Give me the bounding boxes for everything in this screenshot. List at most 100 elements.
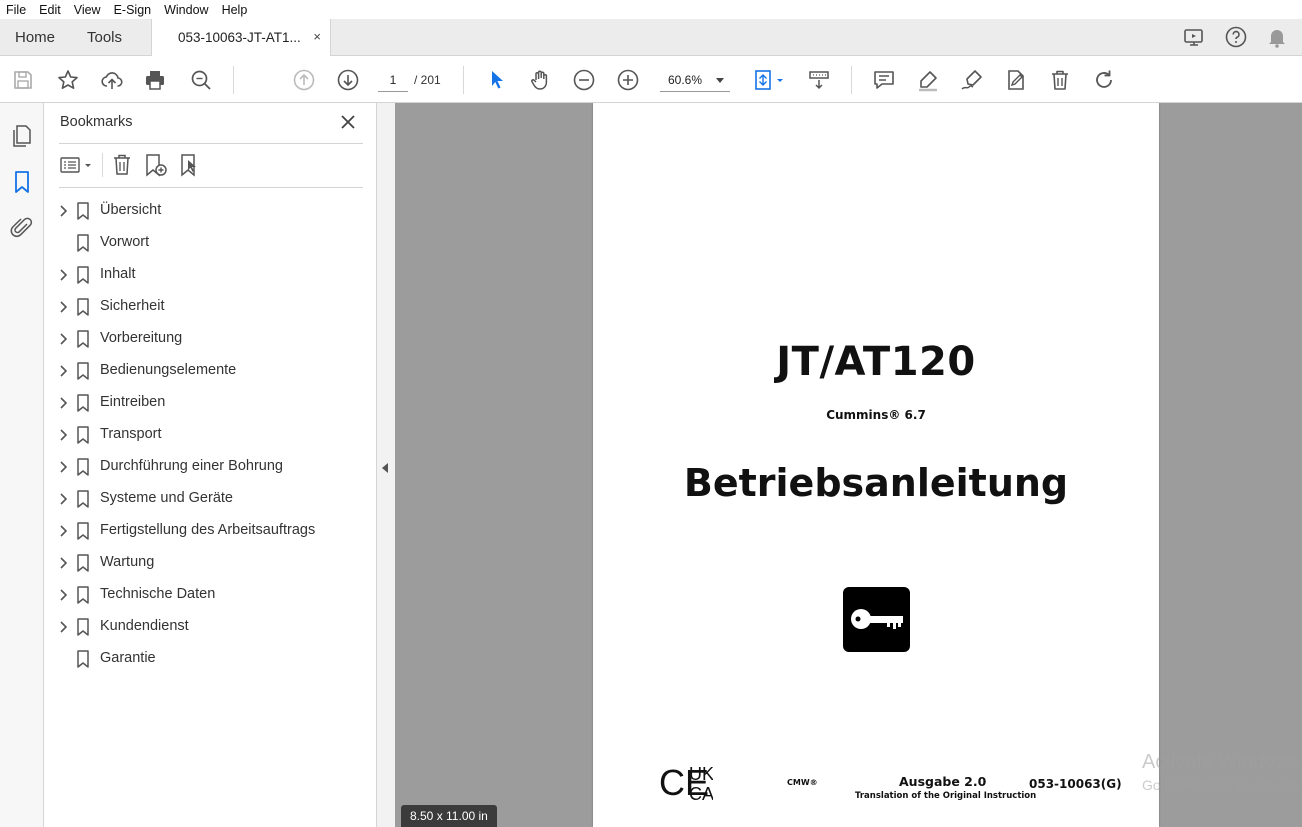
zoom-in-icon[interactable] [615,67,641,93]
tab-home[interactable]: Home [15,19,55,56]
bookmark-ribbon-icon [76,490,90,508]
bookmark-item[interactable]: Wartung [44,547,377,579]
previous-page-icon[interactable] [291,67,317,93]
comment-icon[interactable] [871,67,897,93]
sign-pen-icon[interactable] [959,67,985,93]
close-tab-icon[interactable]: × [313,29,321,44]
chevron-right-icon[interactable] [56,203,70,219]
menu-bar: File Edit View E-Sign Window Help [0,0,1302,19]
edit-document-icon[interactable] [1003,67,1029,93]
notifications-bell-icon[interactable] [1265,25,1289,49]
bookmark-ribbon-icon [76,394,90,412]
bookmark-item[interactable]: Garantie [44,643,377,675]
bookmark-label: Bedienungselemente [100,362,237,378]
menu-esign[interactable]: E-Sign [114,3,152,17]
key-symbol-icon [843,587,910,652]
translation-note: Translation of the Original Instruction [855,791,1037,801]
chevron-right-icon[interactable] [56,427,70,443]
bookmark-ribbon-icon [76,330,90,348]
main-toolbar: 1 / 201 60.6% [0,56,1302,103]
bookmark-item[interactable]: Durchführung einer Bohrung [44,451,377,483]
scrolling-mode-icon[interactable] [806,67,832,93]
attachments-paperclip-icon[interactable] [9,215,35,241]
share-screen-icon[interactable] [1182,25,1206,49]
chevron-right-icon[interactable] [56,555,70,571]
star-bookmark-icon[interactable] [55,67,81,93]
bookmark-label: Eintreiben [100,394,166,410]
highlight-pen-icon[interactable] [915,67,941,93]
upload-cloud-icon[interactable] [99,67,125,93]
find-bookmark-icon[interactable] [178,152,204,178]
fit-page-dropdown-icon[interactable] [750,67,788,93]
close-panel-icon[interactable] [340,114,356,130]
panel-splitter[interactable] [377,103,395,827]
print-icon[interactable] [142,67,168,93]
bookmark-item[interactable]: Vorbereitung [44,323,377,355]
chevron-right-icon[interactable] [56,267,70,283]
delete-bookmark-icon[interactable] [109,152,135,178]
bookmark-ribbon-icon [76,266,90,284]
tab-document[interactable]: 053-10063-JT-AT1... × [151,19,331,56]
bookmark-ribbon-icon [76,586,90,604]
bookmark-item[interactable]: Übersicht [44,195,377,227]
select-cursor-icon[interactable] [484,67,510,93]
bookmark-item[interactable]: Fertigstellung des Arbeitsauftrags [44,515,377,547]
edition-label: Ausgabe 2.0 [899,774,987,789]
menu-help[interactable]: Help [222,3,248,17]
bookmark-item[interactable]: Transport [44,419,377,451]
zoom-search-icon[interactable] [188,67,214,93]
collapse-panel-arrow-icon[interactable] [382,463,388,473]
bookmark-item[interactable]: Kundendienst [44,611,377,643]
chevron-right-icon[interactable] [56,459,70,475]
toolbar-separator [233,66,234,94]
panel-divider [59,187,363,188]
add-bookmark-icon[interactable] [143,152,169,178]
next-page-icon[interactable] [335,67,361,93]
delete-trash-icon[interactable] [1047,67,1073,93]
chevron-right-icon[interactable] [56,587,70,603]
bookmark-item[interactable]: Vorwort [44,227,377,259]
bookmark-label: Wartung [100,554,155,570]
zoom-level-dropdown[interactable]: 60.6% [660,68,730,92]
menu-view[interactable]: View [74,3,101,17]
document-title: JT/AT120 [776,339,976,385]
hand-tool-icon[interactable] [527,67,553,93]
bookmark-label: Systeme und Geräte [100,490,233,506]
chevron-right-icon[interactable] [56,299,70,315]
left-navigation-rail [0,103,44,827]
tab-tools[interactable]: Tools [87,19,122,56]
save-icon[interactable] [10,67,36,93]
bookmark-ribbon-icon [76,426,90,444]
page-size-badge: 8.50 x 11.00 in [401,805,497,827]
page-number-input[interactable]: 1 [378,68,408,92]
chevron-right-icon[interactable] [56,331,70,347]
bookmark-item[interactable]: Systeme und Geräte [44,483,377,515]
chevron-right-icon[interactable] [56,395,70,411]
toolbar-separator [851,66,852,94]
bookmark-item[interactable]: Inhalt [44,259,377,291]
bookmark-label: Sicherheit [100,298,165,314]
bookmark-ribbon-icon [76,234,90,252]
bookmark-item[interactable]: Technische Daten [44,579,377,611]
bookmark-options-dropdown-icon[interactable] [59,152,95,178]
help-icon[interactable] [1224,25,1248,49]
document-canvas[interactable]: JT/AT120 Cummins® 6.7 Betriebsanleitung … [395,103,1302,827]
bookmark-list: Übersicht Vorwort Inhalt Sicherheit Vorberei… [44,195,377,675]
bookmark-item[interactable]: Sicherheit [44,291,377,323]
document-tab-label: 053-10063-JT-AT1... [178,30,301,45]
menu-edit[interactable]: Edit [39,3,61,17]
page-thumbnails-icon[interactable] [9,123,35,149]
chevron-right-icon[interactable] [56,363,70,379]
bookmarks-panel-icon[interactable] [9,169,35,195]
menu-window[interactable]: Window [164,3,208,17]
chevron-right-icon[interactable] [56,491,70,507]
rotate-icon[interactable] [1091,67,1117,93]
bookmark-label: Vorwort [100,234,150,250]
zoom-out-icon[interactable] [571,67,597,93]
bookmarks-panel: Bookmarks Übersicht Vorwort Inhalt Sicherhe… [44,103,377,827]
bookmark-item[interactable]: Eintreiben [44,387,377,419]
bookmark-item[interactable]: Bedienungselemente [44,355,377,387]
menu-file[interactable]: File [6,3,26,17]
chevron-right-icon[interactable] [56,523,70,539]
chevron-right-icon[interactable] [56,619,70,635]
